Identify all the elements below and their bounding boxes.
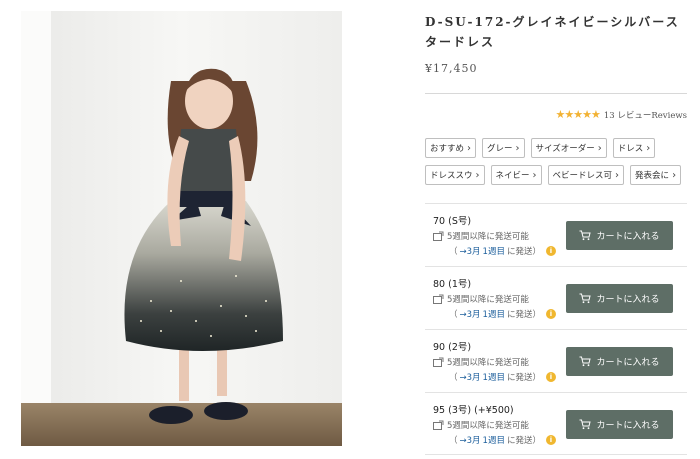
chevron-right-icon: › [672,169,677,181]
add-to-cart-label: カートに入れる [596,232,660,242]
add-to-cart-label: カートに入れる [596,295,660,305]
cart-icon [579,293,592,304]
tag-list: おすすめ › グレー › サイズオーダー › ドレス › ドレススウ › ネイビー › ベビ… [425,138,687,185]
tag-baby-dress[interactable]: ベビードレス可 › [547,165,625,185]
product-photo[interactable] [21,11,342,446]
size-variant-row: 95 (3号) (+¥500) 5週間以降に発送可能 （→3月 1週目 に発送） i … [425,392,687,455]
tag-dress-su[interactable]: ドレススウ › [425,165,485,185]
add-to-cart-label: カートに入れる [596,421,660,431]
shipping-week: 1週目 [482,310,505,320]
chevron-right-icon: › [615,169,620,181]
size-variant-row: 90 (2号) 5週間以降に発送可能 （→3月 1週目 に発送） i カートに入れる [425,329,687,392]
add-to-cart-label: カートに入れる [596,358,660,368]
chevron-right-icon: › [467,142,472,154]
shipping-date: （→3月 1週目 に発送） i [449,434,556,446]
shipping-text: 5週間以降に発送可能 [447,358,529,368]
chevron-right-icon: › [646,142,651,154]
shipping-date-suffix: に発送） [506,436,541,446]
shipping-month: →3月 [459,373,481,383]
add-to-cart-button[interactable]: カートに入れる [566,410,673,439]
shipping-box-icon [433,420,444,430]
shipping-week: 1週目 [482,436,505,446]
tag-label: ベビードレス可 [552,171,613,181]
shipping-date-open: （ [449,247,458,257]
shipping-date-suffix: に発送） [506,373,541,383]
dress-photo [21,11,342,446]
review-count: 13 レビューReviews [603,110,687,121]
shipping-date-open: （ [449,373,458,383]
shipping-week: 1週目 [482,373,505,383]
add-to-cart-button[interactable]: カートに入れる [566,221,673,250]
tag-dress[interactable]: ドレス › [612,138,656,158]
reviews-link[interactable]: ★★★★★ 13 レビューReviews [556,108,687,121]
cart-icon [579,230,592,241]
cart-icon [579,419,592,430]
chevron-right-icon: › [515,142,520,154]
chevron-right-icon: › [597,142,602,154]
tag-osusume[interactable]: おすすめ › [425,138,477,158]
add-to-cart-button[interactable]: カートに入れる [566,284,673,313]
product-info: D-SU-172-グレイネイビーシルバースタードレス ¥17,450 ★★★★★… [425,0,687,459]
tag-recital[interactable]: 発表会に › [630,165,682,185]
chevron-right-icon: › [532,169,537,181]
tag-size-order[interactable]: サイズオーダー › [530,138,607,158]
shipping-date-suffix: に発送） [506,310,541,320]
size-variant-row: 70 (S号) 5週間以降に発送可能 （→3月 1週目 に発送） i カートに入れる [425,203,687,266]
info-icon[interactable]: i [545,246,556,256]
shipping-month: →3月 [459,310,481,320]
info-icon[interactable]: i [545,435,556,445]
tag-navy[interactable]: ネイビー › [490,165,542,185]
tag-label: ネイビー [495,171,530,181]
tag-label: ドレススウ [430,171,473,181]
shipping-date-open: （ [449,310,458,320]
shipping-month: →3月 [459,247,481,257]
shipping-status: 5週間以降に発送可能 [433,293,529,305]
variant-size-label: 80 (1号) [433,279,472,290]
shipping-status: 5週間以降に発送可能 [433,230,529,242]
divider [425,93,687,94]
shipping-date-suffix: に発送） [506,247,541,257]
product-price: ¥17,450 [425,62,478,75]
add-to-cart-button[interactable]: カートに入れる [566,347,673,376]
variant-size-label: 95 (3号) (+¥500) [433,405,514,416]
shipping-status: 5週間以降に発送可能 [433,356,529,368]
shipping-box-icon [433,294,444,304]
variant-size-label: 70 (S号) [433,216,472,227]
shipping-date: （→3月 1週目 に発送） i [449,371,556,383]
size-variant-list: 70 (S号) 5週間以降に発送可能 （→3月 1週目 に発送） i カートに入れる … [425,203,687,455]
shipping-status: 5週間以降に発送可能 [433,419,529,431]
chevron-right-icon: › [475,169,480,181]
product-title: D-SU-172-グレイネイビーシルバースタードレス [425,15,680,49]
tag-label: グレー [487,144,513,154]
tag-label: サイズオーダー [535,144,595,154]
shipping-text: 5週間以降に発送可能 [447,295,529,305]
info-icon[interactable]: i [545,372,556,382]
variant-size-label: 90 (2号) [433,342,472,353]
shipping-month: →3月 [459,436,481,446]
shipping-date: （→3月 1週目 に発送） i [449,245,556,257]
shipping-date-open: （ [449,436,458,446]
star-rating-icon: ★★★★★ [555,108,601,121]
tag-label: おすすめ [430,144,465,154]
shipping-week: 1週目 [482,247,505,257]
shipping-box-icon [433,231,444,241]
tag-label: ドレス [617,144,644,154]
cart-icon [579,356,592,367]
shipping-text: 5週間以降に発送可能 [447,421,529,431]
info-icon[interactable]: i [545,309,556,319]
tag-gray[interactable]: グレー › [482,138,525,158]
shipping-date: （→3月 1週目 に発送） i [449,308,556,320]
shipping-text: 5週間以降に発送可能 [447,232,529,242]
tag-label: 発表会に [635,171,670,181]
size-variant-row: 80 (1号) 5週間以降に発送可能 （→3月 1週目 に発送） i カートに入れる [425,266,687,329]
shipping-box-icon [433,357,444,367]
